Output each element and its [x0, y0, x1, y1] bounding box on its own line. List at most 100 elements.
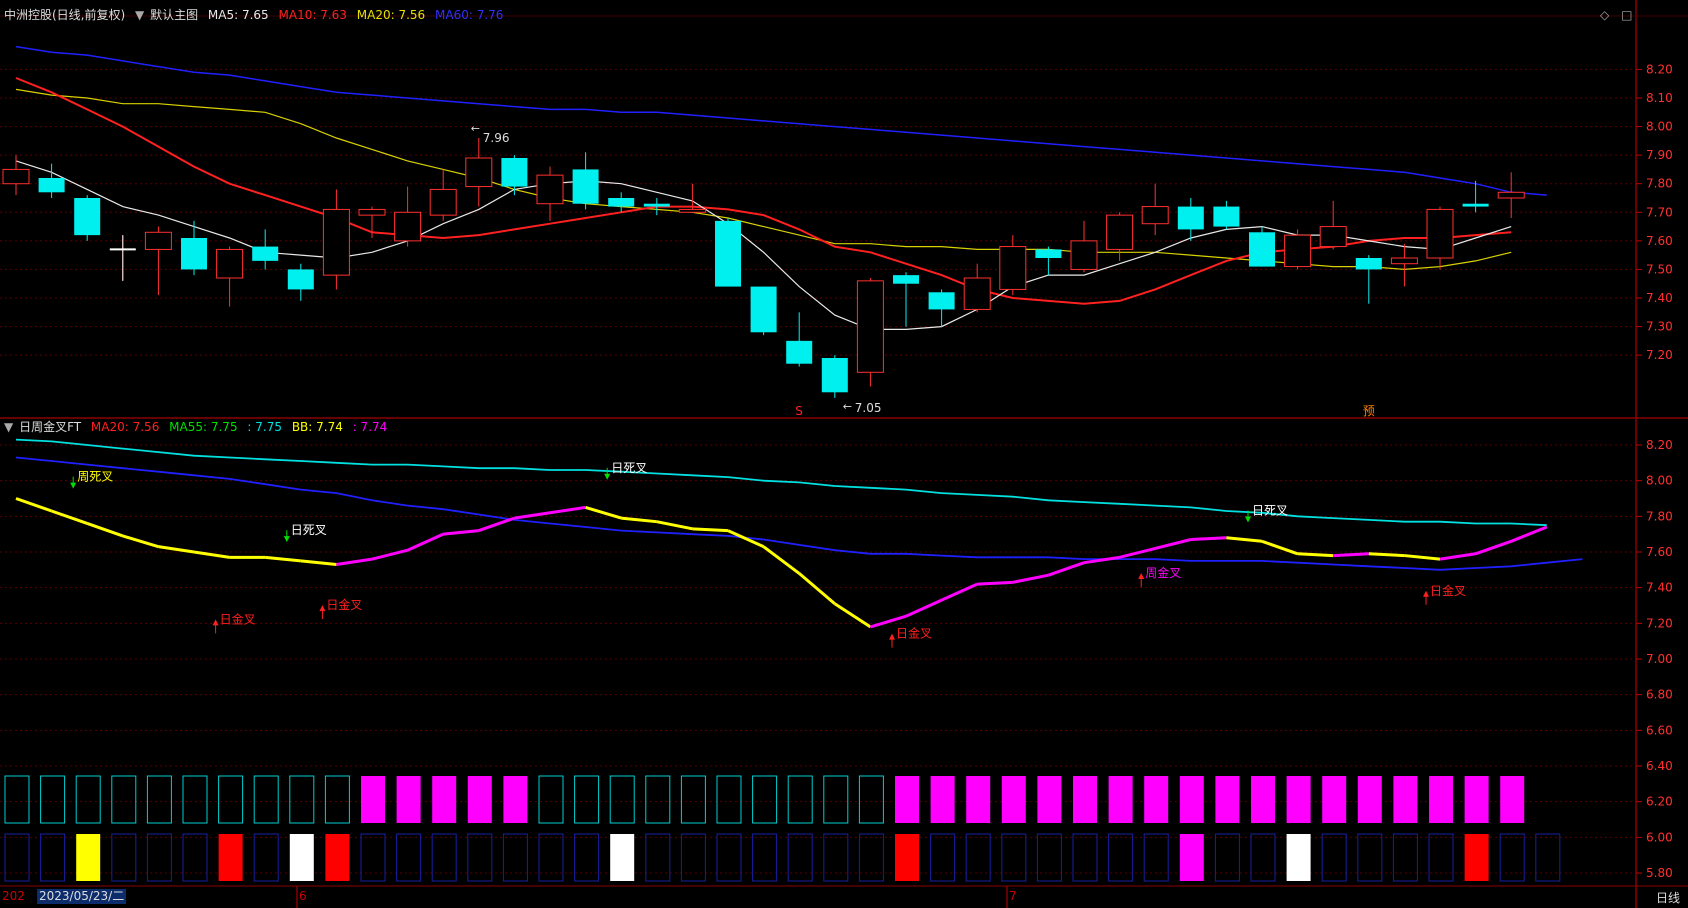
panel-toggle-icon[interactable]: □ — [1621, 8, 1632, 22]
candle-body-up — [394, 211, 422, 242]
ma60-line — [15, 45, 1547, 196]
day-signal-bar-empty — [1072, 833, 1098, 882]
candle-body-up — [536, 174, 564, 205]
candle-body-down — [893, 275, 919, 284]
candle-body-up — [216, 248, 244, 279]
main-tick-label: 7.80 — [1646, 177, 1673, 191]
bb-line-segment — [1226, 536, 1263, 543]
candle-body-up — [963, 277, 991, 310]
month-label-6: 6 — [299, 889, 307, 903]
candle-body-up — [1390, 257, 1418, 265]
candle-body-down — [38, 178, 65, 193]
period-label[interactable]: 日线 — [1656, 889, 1680, 906]
candle-body-down — [74, 198, 101, 236]
day-signal-bar-empty — [1357, 833, 1383, 882]
bb-line-segment — [905, 598, 943, 618]
day-signal-bar — [610, 834, 635, 881]
candle-body-down — [501, 158, 528, 187]
week-signal-bar-empty — [716, 775, 742, 824]
bb-line-segment — [762, 545, 801, 575]
week-signal-bar-empty — [645, 775, 671, 824]
week-signal-bar — [895, 776, 919, 823]
main-tick-label: 7.70 — [1646, 205, 1673, 219]
sub-tick-label: 6.00 — [1646, 830, 1673, 844]
day-signal-bar-empty — [538, 833, 564, 882]
theme-dropdown-icon[interactable]: ▼ — [135, 8, 144, 22]
bb-line-segment — [940, 582, 978, 602]
week-signal-bar — [467, 776, 492, 823]
bb-line-segment — [1368, 552, 1405, 558]
candle-body-up — [2, 168, 30, 185]
bb-line-segment — [977, 580, 1013, 586]
candle-body-up — [1141, 206, 1169, 225]
cursor-date: 2023/05/23/二 — [37, 889, 127, 904]
bb-line-segment — [1083, 555, 1120, 565]
candle-body-down — [572, 169, 599, 204]
candle-body-down — [1035, 249, 1062, 258]
month-label-7: 7 — [1009, 889, 1017, 903]
bb-line-segment — [1333, 552, 1369, 558]
year-stub: 202 — [2, 889, 25, 903]
sub-ma20-line — [15, 456, 1583, 571]
bb-line-segment — [1439, 552, 1476, 561]
candle-body-down — [1249, 232, 1275, 267]
bb-line-segment — [1154, 538, 1192, 550]
candle-body-down — [287, 269, 314, 290]
week-signal-bar-empty — [182, 775, 208, 824]
bb-line-segment — [869, 614, 907, 629]
week-signal-bar — [503, 776, 528, 823]
sub-tick-label: 7.40 — [1646, 581, 1673, 595]
bb-line-segment — [798, 572, 836, 605]
candle-body-up — [429, 188, 457, 216]
week-signal-bar-empty — [538, 775, 564, 824]
sub-tick-label: 8.00 — [1646, 474, 1673, 488]
day-signal-bar-empty — [1535, 833, 1561, 882]
low-arrow: ← — [843, 400, 852, 413]
candle-body-up — [358, 208, 386, 216]
signal-label: 日死叉 — [611, 461, 647, 475]
ma60-legend: MA60: 7.76 — [435, 8, 504, 22]
bb-line-segment — [1510, 525, 1548, 543]
day-signal-bar-empty — [787, 833, 813, 882]
s-marker: S — [795, 404, 803, 418]
low-label: 7.05 — [855, 401, 882, 415]
sub-bb-legend: BB: 7.74 — [291, 420, 343, 434]
bb-line-segment — [1190, 536, 1227, 542]
day-signal-bar-empty — [1001, 833, 1027, 882]
bb-line-segment — [1297, 552, 1334, 558]
indicator-dropdown-icon[interactable]: ▼ — [4, 420, 13, 434]
signal-label: 日金叉 — [326, 597, 362, 612]
week-signal-bar — [1429, 776, 1453, 823]
indicator-title[interactable]: 日周金叉FT — [19, 420, 81, 434]
candle-body-down — [928, 292, 955, 310]
theme-label[interactable]: 默认主图 — [150, 8, 198, 22]
signal-label: 日金叉 — [896, 626, 932, 641]
sub-value-legend: : 7.74 — [352, 420, 388, 434]
day-signal-bar-empty — [965, 833, 991, 882]
sub-tick-label: 5.80 — [1646, 866, 1673, 880]
week-signal-bar-empty — [218, 775, 244, 824]
day-signal-bar-empty — [1428, 833, 1454, 882]
signal-label: 日金叉 — [220, 611, 256, 626]
day-signal-bar-empty — [930, 833, 956, 882]
main-panel-header: 中洲控股(日线,前复权) ▼ 默认主图 MA5: 7.65 MA10: 7.63… — [4, 7, 509, 23]
bb-line-segment — [15, 497, 53, 513]
candle-body-up — [322, 208, 350, 276]
chart-canvas[interactable]: 8.20 8.10 8.00 7.90 7.80 7.70 7.60 7.50 7.40 7.30… — [0, 0, 1688, 908]
day-signal-bar-empty — [396, 833, 422, 882]
day-signal-bar-empty — [4, 833, 30, 882]
candle-body-down — [786, 340, 813, 364]
week-signal-bar-empty — [680, 775, 706, 824]
candle-body-up — [1070, 240, 1098, 270]
week-signal-bar-empty — [75, 775, 101, 824]
bb-line-segment — [1261, 539, 1299, 556]
day-signal-bar-empty — [253, 833, 279, 882]
day-signal-bar-empty — [1321, 833, 1347, 882]
day-signal-bar-empty — [680, 833, 706, 882]
day-signal-bar-empty — [752, 833, 778, 882]
week-signal-bar — [1500, 776, 1525, 823]
bb-line-segment — [1012, 573, 1049, 584]
week-signal-bar-empty — [574, 775, 600, 824]
candle-body-down — [715, 220, 741, 287]
diamond-icon[interactable]: ◇ — [1600, 8, 1609, 22]
